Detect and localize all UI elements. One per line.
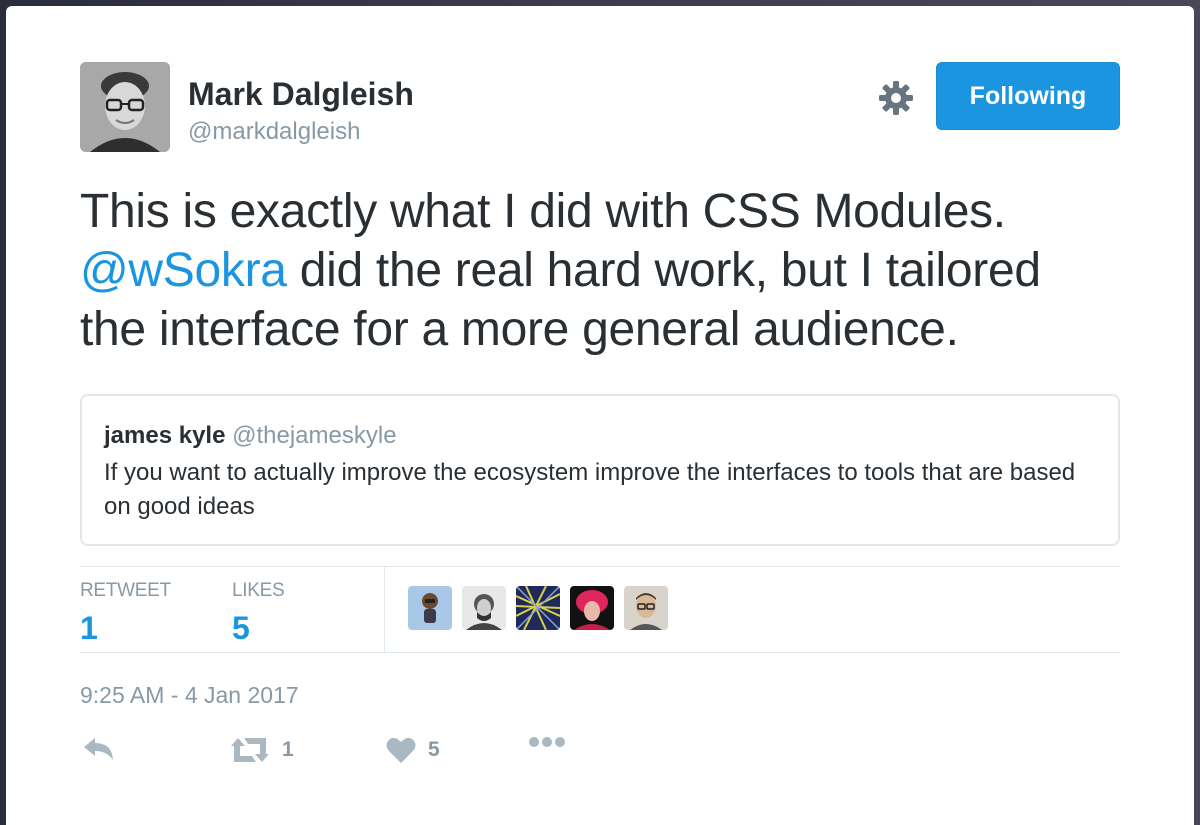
liker-avatar[interactable]: [570, 586, 614, 630]
retweet-stat[interactable]: RETWEET 1: [80, 580, 171, 647]
liker-avatar[interactable]: [408, 586, 452, 630]
stats-divider-bottom: [80, 652, 1120, 653]
reply-button[interactable]: [82, 736, 116, 762]
retweet-stat-value: 1: [80, 610, 98, 646]
author-handle[interactable]: @markdalgleish: [188, 118, 360, 146]
likes-stat-value: 5: [232, 610, 250, 646]
tweet-timestamp[interactable]: 9:25 AM - 4 Jan 2017: [80, 682, 299, 709]
retweet-count: 1: [282, 738, 294, 761]
stats-divider-vertical: [384, 566, 385, 653]
likes-stat[interactable]: LIKES 5: [232, 580, 285, 647]
retweet-button[interactable]: 1: [230, 736, 294, 764]
quoted-text: If you want to actually improve the ecos…: [104, 459, 1076, 520]
tweet-text: This is exactly what I did with CSS Modu…: [80, 182, 1120, 359]
likes-stat-label: LIKES: [232, 580, 285, 601]
likers-avatars: [408, 586, 668, 630]
liker-avatar[interactable]: [462, 586, 506, 630]
tweet-line-1: This is exactly what I did with CSS Modu…: [80, 185, 1006, 238]
tweet-line-3: the interface for a more general audienc…: [80, 303, 959, 356]
stats-divider-top: [80, 566, 1120, 567]
following-button[interactable]: Following: [936, 62, 1120, 130]
tweet-line-2-text: did the real hard work, but I tailored: [286, 244, 1041, 297]
retweet-icon: [231, 738, 269, 762]
quoted-author-name: james kyle: [104, 422, 226, 449]
reply-icon: [84, 738, 113, 760]
gear-icon[interactable]: [876, 78, 916, 118]
tweet-card: Mark Dalgleish @markdalgleish Following …: [6, 6, 1194, 825]
quoted-header: james kyle @thejameskyle: [104, 422, 1096, 450]
heart-icon: [386, 737, 416, 763]
quoted-author-handle: @thejameskyle: [232, 422, 397, 449]
liker-avatar[interactable]: [624, 586, 668, 630]
more-icon: [529, 737, 565, 747]
author-avatar[interactable]: [80, 62, 170, 152]
more-options-button[interactable]: [528, 736, 566, 748]
liker-avatar[interactable]: [516, 586, 560, 630]
retweet-stat-label: RETWEET: [80, 580, 171, 601]
quoted-tweet[interactable]: james kyle @thejameskyle If you want to …: [80, 394, 1120, 546]
tweet-line-2: @wSokra did the real hard work, but I ta…: [80, 241, 1120, 300]
like-count: 5: [428, 738, 440, 761]
like-button[interactable]: 5: [386, 736, 440, 764]
mention-link[interactable]: @wSokra: [80, 244, 287, 297]
author-name[interactable]: Mark Dalgleish: [188, 76, 414, 113]
